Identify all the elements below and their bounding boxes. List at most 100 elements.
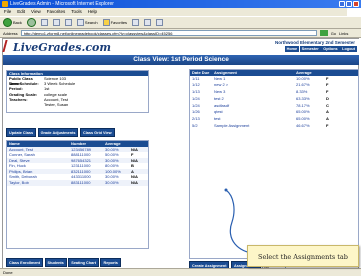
assignments-body: 1/11 New 1 10.00% F 1/12 new 2 >21.67% F 1/13 Ne… xyxy=(190,76,358,130)
assignment-average: 8.33% xyxy=(296,89,308,95)
nav-home[interactable]: Home xyxy=(284,46,300,52)
reports-button[interactable]: Reports xyxy=(100,258,121,267)
student-number: 883111000 xyxy=(71,180,91,186)
links-label[interactable]: Links xyxy=(339,31,348,36)
table-row[interactable]: Taylor, Bob 883111000 30.00% N/A xyxy=(7,180,148,186)
maximize-button[interactable] xyxy=(346,1,352,7)
search-button[interactable]: Search xyxy=(76,19,98,26)
students-body: Account, Test 123456789 30.00% N/A Conner, S… xyxy=(7,146,148,186)
assignment-name[interactable]: test 2 xyxy=(214,96,296,103)
class-enrollment-button[interactable]: Class Enrollment xyxy=(6,258,44,267)
nav-semester[interactable]: Semester xyxy=(299,46,321,52)
status-bar: Done xyxy=(0,268,361,276)
student-actions: Class Enrollment Students Seating Chart … xyxy=(6,258,121,267)
assignment-grade: D xyxy=(326,95,329,101)
students-button[interactable]: Students xyxy=(44,258,67,267)
assignment-name[interactable]: qtest xyxy=(214,109,296,116)
back-button[interactable]: Back xyxy=(3,18,22,27)
assignment-average: 46.67% xyxy=(296,123,310,129)
table-row[interactable]: 1/12 new 2 >21.67% F xyxy=(190,82,358,89)
menu-help[interactable]: Help xyxy=(88,8,97,16)
menu-favorites[interactable]: Favorites xyxy=(47,8,66,16)
assignment-date: 1/26 xyxy=(192,109,200,115)
assignment-date: 1/24 xyxy=(192,102,200,108)
refresh-icon[interactable] xyxy=(52,19,60,26)
site-header: LiveGrades.com Northwood Elementary 2nd … xyxy=(2,39,359,55)
assignment-date: 1/12 xyxy=(192,82,200,88)
seating-chart-button[interactable]: Seating Chart xyxy=(68,258,99,267)
status-text: Done xyxy=(3,270,13,275)
star-icon xyxy=(102,19,110,26)
menu-view[interactable]: View xyxy=(31,8,41,16)
assignment-date: 1/13 xyxy=(192,89,200,95)
mail-icon[interactable] xyxy=(144,19,152,26)
favorites-label: Favorites xyxy=(110,20,128,25)
assignment-average: 21.67% xyxy=(296,82,310,88)
table-row[interactable]: 1/13 New 3 8.33% F xyxy=(190,89,358,96)
assignment-grade: F xyxy=(326,89,329,95)
forward-button[interactable] xyxy=(26,18,36,27)
info-value: Tester, Susan xyxy=(44,101,69,107)
assignment-name[interactable]: test xyxy=(214,116,296,123)
assignment-name[interactable]: asdfasdf xyxy=(214,103,296,110)
assignment-grade: F xyxy=(326,123,329,129)
go-button[interactable] xyxy=(319,30,328,36)
assignment-grade: C xyxy=(326,102,329,108)
web-page: LiveGrades.com Northwood Elementary 2nd … xyxy=(2,38,359,274)
favorites-button[interactable]: Favorites xyxy=(102,19,128,26)
nav-options[interactable]: Options xyxy=(321,46,340,52)
students-table: Name Number Average Account, Test 1234567… xyxy=(6,140,149,249)
assignment-date: 1/24 xyxy=(192,95,200,101)
class-info-panel: Class Information Public Class Name: Scie… xyxy=(6,70,149,113)
logo-mark-icon xyxy=(2,40,14,52)
nav-logout[interactable]: Logout xyxy=(340,46,357,52)
class-grid-view-button[interactable]: Class Grid View xyxy=(79,128,115,137)
grade-adjustments-button[interactable]: Grade Adjustments xyxy=(37,128,79,137)
menu-bar: File Edit View Favorites Tools Help xyxy=(0,8,361,16)
menu-tools[interactable]: Tools xyxy=(71,8,82,16)
assignment-name[interactable]: Sample Assignment xyxy=(214,123,296,130)
site-logo[interactable]: LiveGrades.com xyxy=(13,41,111,54)
history-icon[interactable] xyxy=(132,19,140,26)
table-row[interactable]: 2/13 test 65.00% A xyxy=(190,116,358,123)
menu-edit[interactable]: Edit xyxy=(17,8,25,16)
assignment-name[interactable]: new 2 > xyxy=(214,82,296,89)
table-row[interactable]: 1/24 test 2 63.33% D xyxy=(190,96,358,103)
table-row[interactable]: 1/11 New 1 10.00% F xyxy=(190,76,358,83)
window-title: LiveGrades Admin - Microsoft Internet Ex… xyxy=(10,1,114,7)
assignment-average: 78.17% xyxy=(296,102,310,108)
windows-logo-icon xyxy=(347,8,361,16)
class-actions: Update Class Grade Adjustments Class Gri… xyxy=(6,128,115,137)
assignment-average: 63.33% xyxy=(296,95,310,101)
assignment-average: 65.00% xyxy=(296,109,310,115)
table-row[interactable]: 1/26 qtest 65.00% A xyxy=(190,109,358,116)
home-icon[interactable] xyxy=(64,19,72,26)
menu-file[interactable]: File xyxy=(4,8,11,16)
browser-toolbar: Back Search Favorites xyxy=(0,16,361,29)
print-icon[interactable] xyxy=(156,19,164,26)
table-row[interactable]: 1/24 asdfasdf 78.17% C xyxy=(190,103,358,110)
window-titlebar: LiveGrades Admin - Microsoft Internet Ex… xyxy=(0,0,361,8)
update-class-button[interactable]: Update Class xyxy=(6,128,37,137)
assignments-table: Date Due Assignment Average 1/11 New 1 10.… xyxy=(189,69,359,259)
student-average: 30.00% xyxy=(105,180,119,186)
assignment-grade: F xyxy=(326,75,329,81)
address-input[interactable]: http://demo1.zform8.net/onlinegradebook/… xyxy=(20,30,317,36)
search-icon xyxy=(76,19,84,26)
close-button[interactable] xyxy=(353,1,359,7)
info-key xyxy=(9,102,44,107)
info-row: Tester, Susan xyxy=(7,102,148,107)
go-label[interactable]: Go xyxy=(331,31,336,36)
assignment-date: 5/2 xyxy=(192,123,198,129)
table-row[interactable]: 5/2 Sample Assignment 46.67% F xyxy=(190,123,358,130)
assignment-name[interactable]: New 3 xyxy=(214,89,296,96)
page-title: Class View: 1st Period Science xyxy=(3,55,359,65)
student-name[interactable]: Taylor, Bob xyxy=(9,180,71,186)
stop-icon[interactable] xyxy=(40,19,48,26)
school-name: Northwood Elementary 2nd Semester xyxy=(274,40,355,45)
assignment-name[interactable]: New 1 xyxy=(214,76,296,83)
assignment-grade: A xyxy=(326,109,329,115)
minimize-button[interactable] xyxy=(339,1,345,7)
assignment-average: 10.00% xyxy=(296,75,310,81)
top-nav: Home Semester Options Logout xyxy=(284,46,357,52)
